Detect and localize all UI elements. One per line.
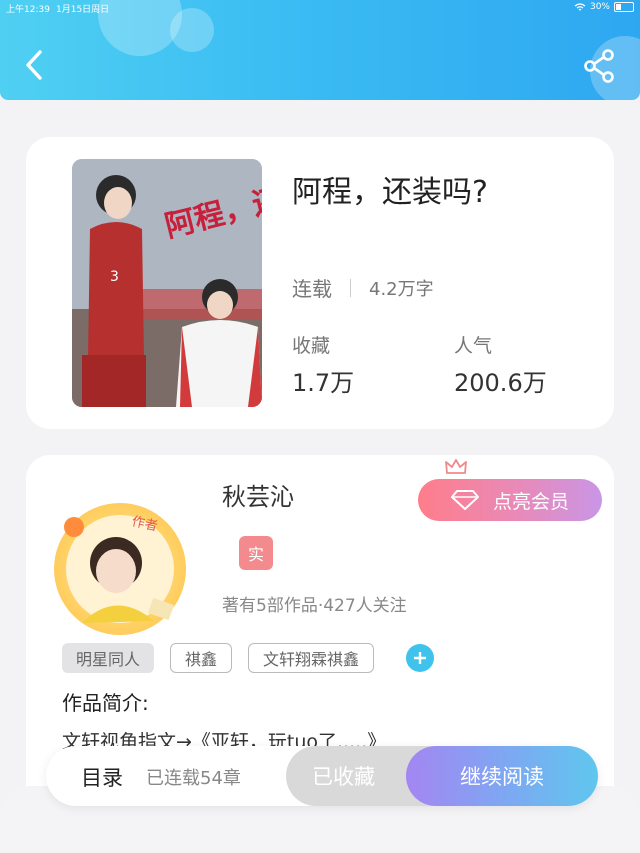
verified-badge: 实 [239, 536, 273, 570]
wifi-icon [574, 2, 586, 10]
diamond-icon [450, 490, 479, 510]
author-meta: 著有5部作品·427人关注 [222, 596, 407, 616]
share-button[interactable] [580, 46, 620, 86]
author-avatar[interactable]: 作者 [54, 503, 186, 635]
divider [350, 278, 351, 297]
avatar-illustration [64, 515, 175, 623]
continue-reading-button[interactable]: 继续阅读 [406, 746, 598, 806]
top-header: 上午12:39 1月15日周日 30% [0, 0, 640, 100]
cover-illustration: 3 阿程，还装吗? [72, 159, 262, 407]
plus-icon [414, 652, 427, 664]
battery-icon [614, 2, 634, 12]
popularity-value: 200.6万 [454, 369, 547, 397]
continue-reading-label: 继续阅读 [460, 765, 544, 789]
intro-label: 作品简介: [62, 691, 149, 715]
crown-icon [445, 459, 467, 474]
back-button[interactable] [18, 46, 52, 84]
add-tag-button[interactable] [406, 644, 435, 672]
popularity-label: 人气 [454, 335, 493, 357]
favorited-label: 已收藏 [312, 765, 375, 789]
chevron-left-icon [26, 50, 42, 80]
tag-item[interactable]: 文轩翔霖祺鑫 [248, 643, 375, 673]
activate-vip-button[interactable]: 点亮会员 [418, 479, 602, 521]
book-cover-image[interactable]: 3 阿程，还装吗? [72, 159, 262, 407]
book-info-card: 3 阿程，还装吗? 阿程，还装吗? 连载 4.2万字 收藏 1.7万 人气 20… [26, 137, 614, 429]
svg-text:3: 3 [110, 269, 119, 285]
tag-item[interactable]: 明星同人 [62, 643, 155, 673]
book-status-row: 连载 4.2万字 [292, 273, 434, 302]
vip-button-label: 点亮会员 [492, 490, 569, 513]
favorites-value: 1.7万 [292, 369, 355, 397]
tag-list: 明星同人 祺鑫 文轩翔霖祺鑫 [62, 643, 435, 673]
status-date: 1月15日周日 [56, 5, 110, 15]
word-count: 4.2万字 [369, 278, 434, 300]
status-indicators: 30% [574, 2, 634, 12]
status-bar: 上午12:39 1月15日周日 30% [0, 0, 640, 16]
tag-item[interactable]: 祺鑫 [170, 643, 233, 673]
battery-percent: 30% [589, 2, 610, 12]
author-name[interactable]: 秋芸沁 [222, 477, 294, 512]
favorites-label: 收藏 [292, 335, 331, 357]
chapter-count[interactable]: 已连载54章 [146, 764, 241, 790]
table-of-contents-button[interactable]: 目录 [81, 762, 123, 792]
bottom-action-bar: 目录 已连载54章 已收藏 继续阅读 [46, 746, 598, 806]
serial-status: 连载 [292, 277, 332, 301]
book-title: 阿程，还装吗? [292, 175, 488, 210]
status-time: 上午12:39 [6, 5, 50, 15]
share-icon [584, 49, 614, 83]
